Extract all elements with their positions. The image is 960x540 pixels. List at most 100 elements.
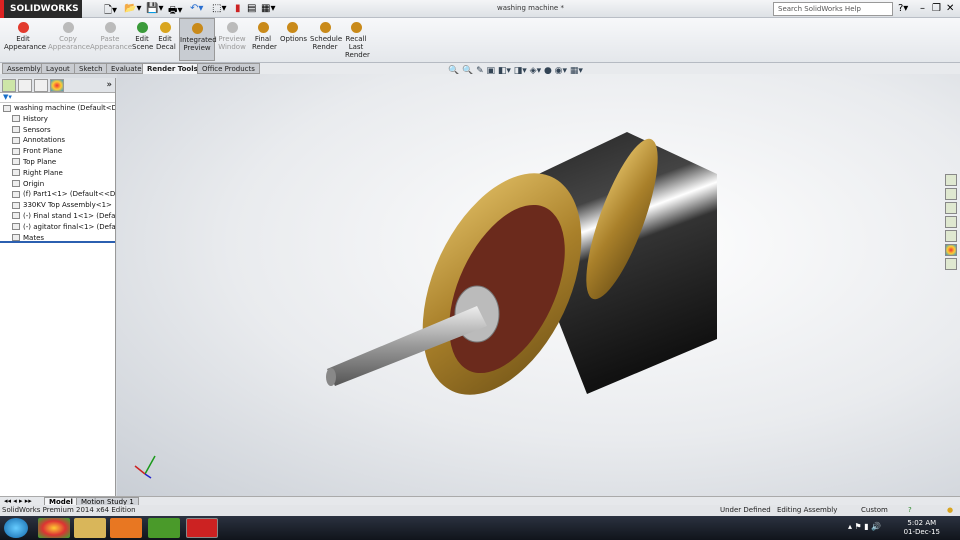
file-explorer-icon[interactable] bbox=[945, 202, 957, 214]
tree-item[interactable]: Origin bbox=[0, 179, 115, 190]
units-selector[interactable]: Custom bbox=[861, 506, 888, 514]
undo-icon[interactable]: ↶▾ bbox=[190, 3, 203, 14]
ribbon-button-recall-last-render[interactable]: Recall Last Render bbox=[345, 22, 370, 59]
filter-icon[interactable]: ▼▾ bbox=[0, 93, 115, 103]
tree-item[interactable]: Right Plane bbox=[0, 168, 115, 179]
options-icon[interactable]: ▦▾ bbox=[261, 3, 275, 14]
ribbon-button-edit-scene[interactable]: Edit Scene bbox=[132, 22, 154, 51]
appearances-icon[interactable] bbox=[945, 244, 957, 256]
ribbon-button-label: Integrated Preview bbox=[180, 36, 217, 52]
recall-icon bbox=[350, 22, 362, 33]
rebuild-icon[interactable]: ▮ bbox=[235, 3, 241, 14]
notification-icon[interactable]: ● bbox=[947, 506, 953, 514]
tab-layout[interactable]: Layout bbox=[41, 63, 75, 74]
motor-model[interactable] bbox=[117, 74, 960, 496]
tab-sketch[interactable]: Sketch bbox=[74, 63, 108, 74]
tree-item[interactable]: (-) agitator final<1> (Default bbox=[0, 222, 115, 233]
tab-render-tools[interactable]: Render Tools bbox=[142, 63, 203, 74]
explorer-taskbar-icon[interactable] bbox=[74, 518, 106, 538]
tab-assembly[interactable]: Assembly bbox=[2, 63, 46, 74]
tree-item[interactable]: Sensors bbox=[0, 125, 115, 136]
ribbon-button-integrated-preview[interactable]: Integrated Preview bbox=[179, 18, 217, 61]
appearance-icon bbox=[17, 22, 29, 33]
tree-node-icon bbox=[12, 234, 20, 242]
save-icon[interactable]: 💾▾ bbox=[146, 3, 163, 14]
ribbon-button-final-render[interactable]: Final Render bbox=[252, 22, 277, 51]
property-manager-tab-icon[interactable] bbox=[18, 79, 32, 92]
resources-icon[interactable] bbox=[945, 174, 957, 186]
tree-item[interactable]: washing machine (Default<Di bbox=[0, 103, 115, 114]
ribbon-button-label: Edit Decal bbox=[156, 35, 176, 51]
start-button[interactable] bbox=[4, 518, 28, 538]
edition-label: SolidWorks Premium 2014 x64 Edition bbox=[2, 506, 136, 514]
tree-node-icon bbox=[12, 201, 20, 209]
restore-button[interactable]: ❐ bbox=[932, 3, 941, 14]
decal-icon bbox=[159, 22, 171, 33]
clock[interactable]: 5:02 AM 01-Dec-15 bbox=[904, 519, 940, 537]
tree-item[interactable]: (-) Final stand 1<1> (Default bbox=[0, 211, 115, 222]
close-button[interactable]: ✕ bbox=[946, 3, 954, 14]
tree-node-icon bbox=[12, 136, 20, 144]
render-tools-ribbon: Edit Appearance Copy Appearance Paste Appe… bbox=[0, 18, 960, 63]
tab-evaluate[interactable]: Evaluate bbox=[106, 63, 147, 74]
custom-properties-icon[interactable] bbox=[945, 258, 957, 270]
paste-appearance-icon bbox=[104, 22, 116, 33]
minimize-button[interactable]: – bbox=[920, 3, 925, 14]
solidworks-logo[interactable]: SOLIDWORKS bbox=[0, 0, 82, 18]
tab-nav-arrows[interactable]: ◂◂ ◂ ▸ ▸▸ bbox=[4, 497, 32, 505]
tree-item-label: Sensors bbox=[23, 125, 51, 134]
tree-item-label: Top Plane bbox=[23, 157, 57, 166]
tree-item[interactable]: Annotations bbox=[0, 135, 115, 146]
file-properties-icon[interactable]: ▤ bbox=[247, 3, 256, 14]
ribbon-button-paste-appearance[interactable]: Paste Appearance bbox=[90, 22, 132, 51]
ribbon-button-label: Edit Scene bbox=[132, 35, 154, 51]
feature-manager-tab-icon[interactable] bbox=[2, 79, 16, 92]
ribbon-button-label: Options bbox=[280, 35, 308, 43]
shaft-tip bbox=[326, 368, 336, 386]
windows-taskbar: ▴ ⚑ ▮ 🔊 5:02 AM 01-Dec-15 bbox=[0, 516, 960, 540]
triad-axis-indicator bbox=[134, 455, 156, 479]
tree-item[interactable]: Front Plane bbox=[0, 146, 115, 157]
ribbon-button-preview-window[interactable]: Preview Window bbox=[218, 22, 246, 51]
tree-node-icon bbox=[12, 158, 20, 166]
ribbon-button-schedule-render[interactable]: Schedule Render bbox=[310, 22, 342, 51]
tree-item[interactable]: History bbox=[0, 114, 115, 125]
tray-icons[interactable]: ▴ ⚑ ▮ 🔊 bbox=[848, 522, 881, 531]
view-palette-icon[interactable] bbox=[945, 230, 957, 242]
teapot-icon bbox=[191, 23, 203, 34]
design-library-icon[interactable] bbox=[945, 188, 957, 200]
select-icon[interactable]: ⬚▾ bbox=[212, 3, 226, 14]
folder-icon[interactable] bbox=[945, 216, 957, 228]
tree-node-icon bbox=[12, 190, 20, 198]
tree-item-label: 330KV Top Assembly<1> bbox=[23, 201, 112, 210]
ribbon-button-label: Final Render bbox=[252, 35, 277, 51]
tree-item[interactable]: (f) Part1<1> (Default<<Defa bbox=[0, 189, 115, 200]
ribbon-button-options[interactable]: Options bbox=[280, 22, 308, 43]
graphics-area[interactable] bbox=[117, 74, 960, 496]
open-icon[interactable]: 📂▾ bbox=[124, 3, 141, 14]
tree-item[interactable]: Top Plane bbox=[0, 157, 115, 168]
help-search-input[interactable]: Search SolidWorks Help bbox=[773, 2, 893, 16]
bottom-tabs: ◂◂ ◂ ▸ ▸▸ Model Motion Study 1 bbox=[0, 496, 960, 506]
display-manager-tab-icon[interactable] bbox=[50, 79, 64, 92]
solidworks-taskbar-icon[interactable] bbox=[186, 518, 218, 538]
chrome-taskbar-icon[interactable] bbox=[38, 518, 70, 538]
expand-icon[interactable]: » bbox=[106, 80, 112, 90]
tree-item[interactable]: Mates bbox=[0, 233, 115, 244]
clock-icon bbox=[319, 22, 331, 33]
utorrent-taskbar-icon[interactable] bbox=[148, 518, 180, 538]
tree-node-icon bbox=[12, 212, 20, 220]
tree-node-icon bbox=[12, 223, 20, 231]
ribbon-button-edit-appearance[interactable]: Edit Appearance bbox=[4, 22, 46, 51]
help-icon[interactable]: ? bbox=[908, 506, 912, 514]
tree-item[interactable]: 330KV Top Assembly<1> bbox=[0, 200, 115, 211]
configuration-manager-tab-icon[interactable] bbox=[34, 79, 48, 92]
tree-item-label: Front Plane bbox=[23, 147, 63, 156]
tree-item-label: washing machine (Default<Di bbox=[14, 104, 115, 112]
help-icon[interactable]: ?▾ bbox=[898, 3, 908, 14]
tab-office-products[interactable]: Office Products bbox=[197, 63, 260, 74]
media-player-taskbar-icon[interactable] bbox=[110, 518, 142, 538]
tree-item-label: (-) agitator final<1> (Default bbox=[23, 222, 115, 231]
ribbon-button-copy-appearance[interactable]: Copy Appearance bbox=[48, 22, 90, 51]
ribbon-button-edit-decal[interactable]: Edit Decal bbox=[156, 22, 176, 51]
